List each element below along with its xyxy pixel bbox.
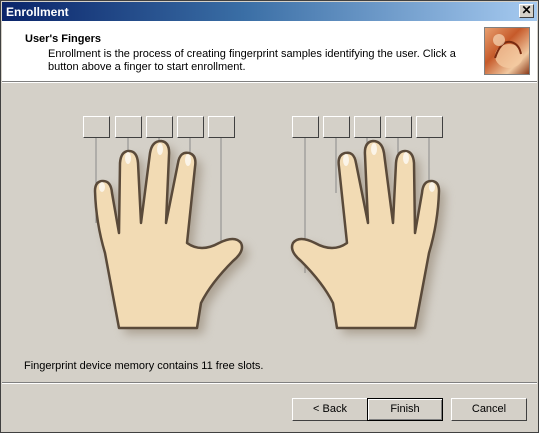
hands-illustration [93,138,445,334]
left-hand [93,139,248,334]
footer-divider [2,382,537,384]
finish-button-label: Finish [390,403,420,415]
wizard-header: User's Fingers Enrollment is the process… [2,21,537,82]
close-icon: ✕ [521,3,532,17]
fingerprint-hand-icon [484,27,530,75]
close-button[interactable]: ✕ [519,4,534,18]
back-button-label: < Back [313,403,347,415]
page-title: User's Fingers [25,33,101,45]
back-button[interactable]: < Back [292,398,368,421]
memory-status-text: Fingerprint device memory contains 11 fr… [24,360,264,372]
page-description: Enrollment is the process of creating fi… [48,48,456,73]
hands-panel [1,83,539,353]
title-bar: Enrollment ✕ [2,2,537,21]
window-title: Enrollment [6,5,69,19]
finish-button[interactable]: Finish [367,398,443,421]
cancel-button-label: Cancel [471,403,507,415]
enrollment-window: Enrollment ✕ User's Fingers Enrollment i… [0,0,539,433]
right-hand [290,139,445,334]
cancel-button[interactable]: Cancel [451,398,527,421]
